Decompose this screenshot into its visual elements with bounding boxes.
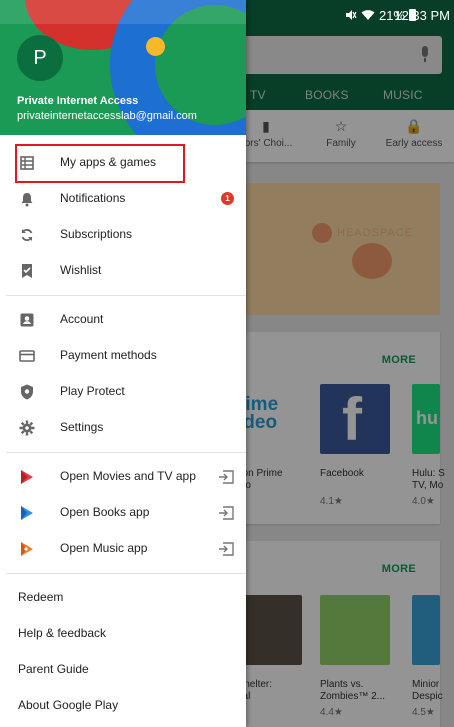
menu-item-label: Open Books app — [60, 505, 150, 519]
navigation-drawer: P Private Internet Access privateinterne… — [0, 0, 246, 727]
gear-icon — [19, 420, 35, 436]
account-header[interactable]: P Private Internet Access privateinterne… — [0, 0, 246, 135]
menu-item-open-books[interactable]: Open Books app — [0, 495, 246, 531]
menu-item-open-movies[interactable]: Open Movies and TV app — [0, 459, 246, 495]
avatar[interactable]: P — [17, 35, 63, 81]
divider — [6, 452, 246, 453]
menu-item-parent-guide[interactable]: Parent Guide — [0, 652, 246, 688]
account-name: Private Internet Access — [17, 95, 139, 107]
header-decoration — [146, 37, 165, 56]
menu-item-label: Open Movies and TV app — [60, 469, 196, 483]
menu-item-label: Play Protect — [60, 384, 125, 398]
menu-item-label: About Google Play — [18, 698, 119, 712]
menu-item-label: Redeem — [18, 590, 64, 604]
account-box-icon — [20, 313, 34, 327]
menu-item-label: Payment methods — [60, 348, 157, 362]
menu-item-wishlist[interactable]: Wishlist — [0, 253, 246, 289]
menu-item-label: Help & feedback — [18, 626, 107, 640]
menu-item-about-google-play[interactable]: About Google Play — [0, 688, 246, 724]
menu-item-label: Notifications — [60, 191, 126, 205]
refresh-icon — [21, 229, 33, 241]
menu-item-play-protect[interactable]: Play Protect — [0, 374, 246, 410]
account-email: privateinternetaccesslab@gmail.com — [17, 110, 197, 122]
menu-item-label: Subscriptions — [60, 227, 133, 241]
menu-item-help-feedback[interactable]: Help & feedback — [0, 616, 246, 652]
menu-item-label: Account — [60, 312, 104, 326]
header-decoration — [0, 0, 246, 24]
shield-icon — [21, 384, 33, 400]
menu-item-payment-methods[interactable]: Payment methods — [0, 338, 246, 374]
menu-item-label: Settings — [60, 420, 104, 434]
bell-icon — [21, 193, 33, 207]
menu-item-open-music[interactable]: Open Music app — [0, 531, 246, 567]
open-external-icon — [219, 470, 234, 484]
divider — [6, 295, 246, 296]
play-movies-icon — [21, 470, 33, 484]
menu-item-redeem[interactable]: Redeem — [0, 580, 246, 616]
menu-item-settings[interactable]: Settings — [0, 410, 246, 446]
open-external-icon — [219, 542, 234, 556]
menu-item-subscriptions[interactable]: Subscriptions — [0, 217, 246, 253]
highlight-annotation — [15, 144, 185, 183]
menu-item-account[interactable]: Account — [0, 302, 246, 338]
play-books-icon — [21, 506, 33, 520]
bookmark-check-icon — [22, 264, 32, 278]
menu-item-label: Wishlist — [60, 263, 102, 277]
divider — [6, 573, 246, 574]
open-external-icon — [219, 506, 234, 520]
menu-item-label: Parent Guide — [18, 662, 89, 676]
menu-item-notifications[interactable]: Notifications — [0, 181, 246, 217]
notification-badge: 1 — [221, 192, 234, 205]
credit-card-icon — [19, 350, 35, 362]
menu-item-label: Open Music app — [60, 541, 148, 555]
play-music-icon — [21, 542, 33, 556]
